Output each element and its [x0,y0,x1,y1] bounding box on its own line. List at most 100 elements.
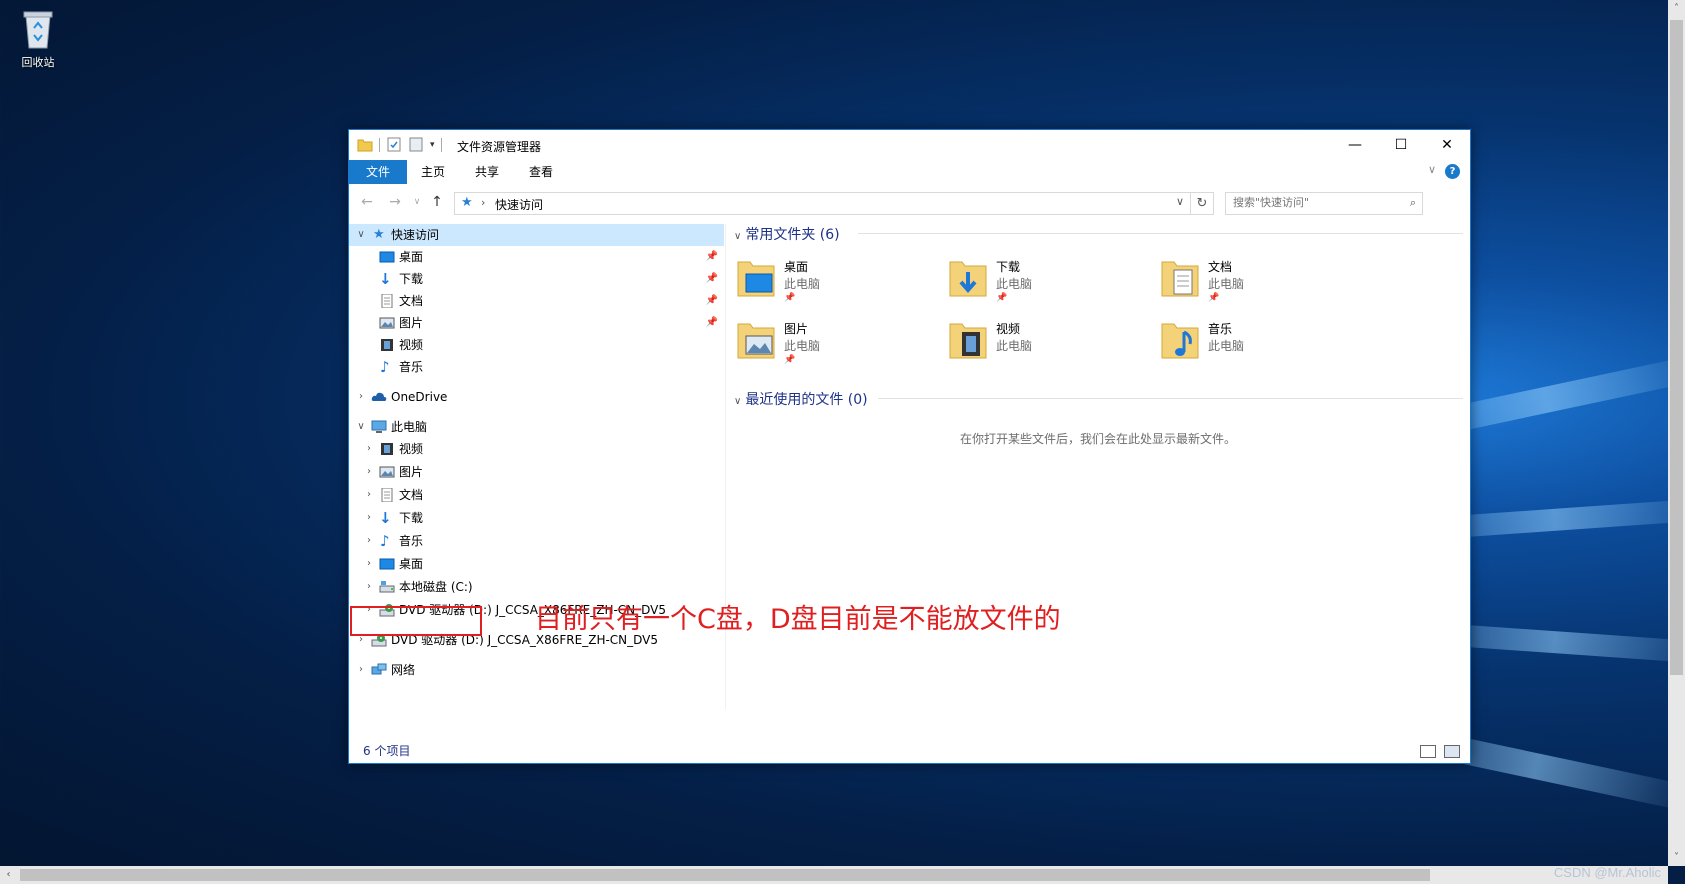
collapse-chevron-icon[interactable]: ∨ [734,396,741,407]
folder-icon [357,139,373,152]
documents-folder-icon [1161,261,1199,297]
tree-label: 图片 [399,465,424,479]
pictures-folder-icon [737,323,775,359]
tree-item-pc-pictures[interactable]: › 图片 [349,461,724,483]
expand-chevron-icon[interactable]: › [363,438,375,460]
scroll-down-icon[interactable]: ˅ [1668,849,1685,866]
folder-tile-music[interactable]: 音乐 此电脑 [1160,316,1360,372]
horizontal-scrollbar[interactable]: ‹ [0,866,1668,884]
group-divider [858,233,1463,234]
recycle-bin-label: 回收站 [21,56,55,69]
scroll-left-icon[interactable]: ‹ [0,866,17,884]
maximize-button[interactable]: ☐ [1378,130,1424,160]
tree-item-desktop[interactable]: 桌面 📌 [349,246,724,268]
up-icon[interactable]: ↑ [427,194,447,210]
search-box[interactable]: ⌕ [1225,192,1423,215]
recent-locations-icon[interactable]: ∨ [407,197,427,207]
expand-chevron-icon[interactable]: › [363,461,375,483]
quick-access-toolbar: ▾ [357,137,442,152]
address-dropdown-icon[interactable]: ∨ [1176,195,1184,208]
large-icons-view-icon[interactable] [1444,745,1460,758]
properties-icon[interactable] [386,137,402,152]
folder-tile-videos[interactable]: 视频 此电脑 [948,316,1148,372]
collapse-chevron-icon[interactable]: ∨ [734,231,741,242]
toolbar-divider [379,137,380,152]
pin-icon[interactable]: 📌 [706,312,718,334]
folder-location: 此电脑 [1208,339,1245,353]
frequent-folders-header[interactable]: ∨ 常用文件夹 (6) [734,224,840,244]
forward-icon[interactable]: → [385,194,405,210]
back-icon[interactable]: ← [357,194,377,210]
pin-icon[interactable]: 📌 [706,290,718,312]
search-input[interactable] [1226,193,1393,212]
pin-icon[interactable]: 📌 [706,268,718,290]
tree-item-pc-videos[interactable]: › 视频 [349,438,724,460]
help-icon[interactable]: ? [1445,164,1460,179]
details-view-icon[interactable] [1420,745,1436,758]
tree-item-videos[interactable]: 视频 [349,334,724,356]
tree-label: 下载 [399,511,424,525]
vertical-scrollbar[interactable]: ˄ ˅ [1668,0,1685,866]
scrollbar-thumb[interactable] [20,869,1430,881]
tree-item-local-disk-c[interactable]: › 本地磁盘 (C:) [349,576,724,598]
customize-toolbar-icon[interactable]: ▾ [430,140,435,150]
address-bar[interactable]: ★ › 快速访问 ∨ [454,192,1191,215]
downloads-folder-icon [949,261,987,297]
tab-share[interactable]: 共享 [461,160,513,184]
collapse-chevron-icon[interactable]: ∨ [355,224,367,246]
expand-chevron-icon[interactable]: › [363,553,375,575]
folder-location: 此电脑 [996,277,1033,291]
tab-home[interactable]: 主页 [407,160,459,184]
folder-name: 图片 [784,322,809,336]
tree-label: 本地磁盘 (C:) [399,580,473,594]
minimize-button[interactable]: — [1332,130,1378,160]
folder-tile-desktop[interactable]: 桌面 此电脑 📌 [736,254,936,310]
refresh-button[interactable]: ↻ [1190,192,1214,215]
expand-ribbon-icon[interactable]: ∨ [1428,163,1436,176]
music-note-icon: ♪ [380,532,390,550]
breadcrumb-quick-access[interactable]: 快速访问 [495,196,543,213]
title-bar[interactable]: ▾ 文件资源管理器 — ☐ ✕ [349,130,1470,160]
folder-name: 视频 [996,322,1021,336]
scrollbar-thumb[interactable] [1670,20,1683,675]
search-icon[interactable]: ⌕ [1410,196,1416,210]
expand-chevron-icon[interactable]: › [363,576,375,598]
folder-tile-downloads[interactable]: 下载 此电脑 📌 [948,254,1148,310]
tree-item-pc-downloads[interactable]: › ↓ 下载 [349,507,724,529]
expand-chevron-icon[interactable]: › [363,507,375,529]
folder-name: 下载 [996,260,1021,274]
tree-item-pc-documents[interactable]: › 文档 [349,484,724,506]
recent-files-header[interactable]: ∨ 最近使用的文件 (0) [734,389,868,409]
breadcrumb-separator-icon[interactable]: › [481,196,485,209]
expand-chevron-icon[interactable]: › [355,386,367,408]
pin-icon[interactable]: 📌 [706,246,718,268]
tree-item-network[interactable]: › 网络 [349,659,724,681]
recycle-bin-shortcut[interactable]: 回收站 [14,8,62,70]
collapse-chevron-icon[interactable]: ∨ [355,416,367,438]
folder-tile-pictures[interactable]: 图片 此电脑 📌 [736,316,936,372]
tree-item-pc-music[interactable]: › ♪ 音乐 [349,530,724,552]
tree-item-documents[interactable]: 文档 📌 [349,290,724,312]
new-folder-icon[interactable] [408,137,424,152]
pane-divider[interactable] [725,224,726,709]
video-icon [381,443,393,455]
expand-chevron-icon[interactable]: › [363,530,375,552]
tab-file[interactable]: 文件 [349,160,407,184]
hard-drive-icon [379,581,395,593]
view-toggle [1420,745,1460,758]
tree-item-onedrive[interactable]: › OneDrive [349,386,724,408]
folder-tile-documents[interactable]: 文档 此电脑 📌 [1160,254,1360,310]
scroll-up-icon[interactable]: ˄ [1668,0,1685,17]
tree-item-pc-desktop[interactable]: › 桌面 [349,553,724,575]
close-button[interactable]: ✕ [1424,130,1470,160]
tree-item-quick-access[interactable]: ∨ ★ 快速访问 [349,224,724,246]
tree-item-pictures[interactable]: 图片 📌 [349,312,724,334]
folder-location: 此电脑 [1208,277,1245,291]
tab-view[interactable]: 查看 [515,160,567,184]
music-note-icon: ♪ [380,358,390,376]
expand-chevron-icon[interactable]: › [355,659,367,681]
expand-chevron-icon[interactable]: › [363,484,375,506]
tree-item-music[interactable]: ♪ 音乐 [349,356,724,378]
tree-item-downloads[interactable]: ↓ 下载 📌 [349,268,724,290]
tree-item-this-pc[interactable]: ∨ 此电脑 [349,416,724,438]
